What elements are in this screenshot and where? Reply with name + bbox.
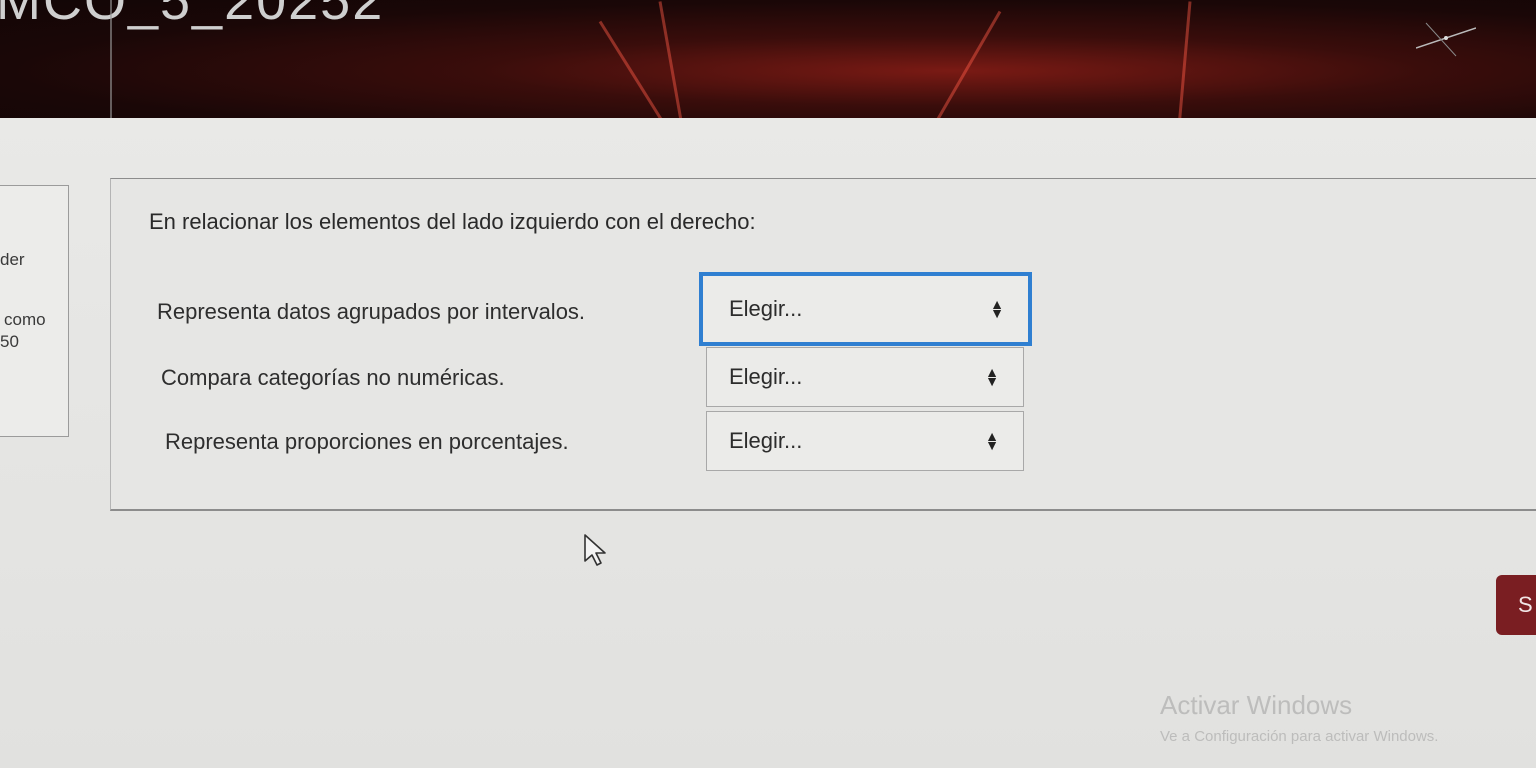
- select-value: Elegir...: [729, 296, 803, 321]
- answer-select[interactable]: Elegir... ▲ ▼: [706, 347, 1024, 407]
- activation-watermark-title: Activar Windows: [1160, 690, 1353, 720]
- question-info-card: der como 50: [0, 185, 69, 437]
- banner-light-ray: [898, 10, 1002, 118]
- question-prompt: En relacionar los elementos del lado izq…: [149, 209, 756, 234]
- match-stem: Representa datos agrupados por intervalo…: [157, 299, 586, 324]
- answer-select[interactable]: Elegir... ▲ ▼: [706, 411, 1024, 471]
- course-title: MCO_5_20252: [0, 0, 385, 31]
- up-down-arrows-icon: ▲ ▼: [990, 296, 1004, 321]
- up-down-arrows-icon: ▲ ▼: [985, 364, 999, 389]
- info-text: como: [4, 310, 46, 329]
- info-text: der: [0, 250, 25, 269]
- next-page-button[interactable]: S: [1496, 575, 1536, 635]
- banner-light-ray: [658, 1, 693, 118]
- answer-select[interactable]: Elegir... ▲ ▼: [699, 272, 1032, 346]
- match-stem: Compara categorías no numéricas.: [161, 365, 505, 390]
- network-decoration-icon: [1416, 22, 1476, 57]
- select-value: Elegir...: [729, 364, 803, 389]
- course-banner: MCO_5_20252: [0, 0, 1536, 118]
- banner-light-ray: [1174, 1, 1192, 118]
- up-down-arrows-icon: ▲ ▼: [985, 428, 999, 453]
- mouse-pointer-icon: [584, 534, 606, 566]
- match-stem: Representa proporciones en porcentajes.: [165, 429, 569, 454]
- matching-question: En relacionar los elementos del lado izq…: [110, 178, 1536, 511]
- info-text: 50: [0, 332, 19, 351]
- select-value: Elegir...: [729, 428, 803, 453]
- page-content: der como 50 En relacionar los elementos …: [0, 118, 1536, 768]
- banner-light-ray: [598, 20, 718, 118]
- banner-divider: [110, 0, 112, 118]
- activation-watermark-subtitle: Ve a Configuración para activar Windows.: [1160, 728, 1439, 745]
